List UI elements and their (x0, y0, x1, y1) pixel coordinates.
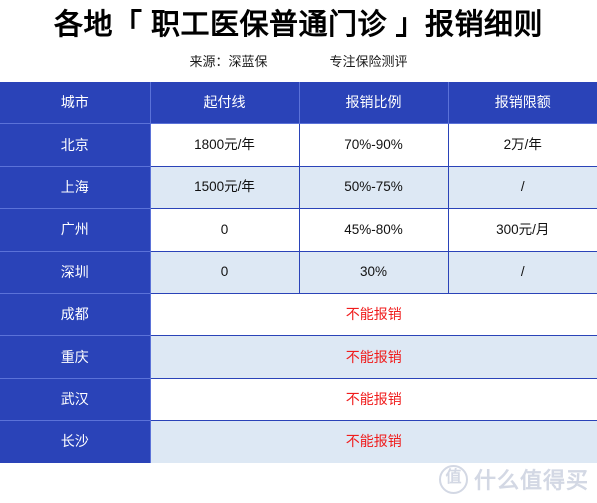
subtitle-row: 来源：深蓝保 专注保险测评 (0, 51, 597, 70)
watermark-text: 什么值得买 (473, 468, 589, 493)
table-row: 长沙 不能报销 (0, 420, 597, 463)
tagline-label: 专注保险测评 (329, 54, 408, 69)
cell-city: 重庆 (0, 335, 151, 379)
table-row: 成都 不能报销 (0, 293, 597, 337)
page-title: 各地「 职工医保普通门诊 」报销细则 (53, 9, 544, 41)
cell-cap: / (448, 251, 597, 294)
cell-cap: / (448, 166, 597, 210)
cell-no-reimbursement: 不能报销 (150, 378, 597, 422)
cell-city: 深圳 (0, 251, 151, 294)
cell-cap: 300元/月 (448, 208, 597, 252)
column-header-cap: 报销限额 (448, 82, 597, 125)
cell-deductible: 1500元/年 (150, 166, 300, 210)
column-header-city: 城市 (0, 82, 151, 125)
cell-ratio: 70%-90% (299, 123, 449, 167)
table-row: 上海 1500元/年 50%-75% / (0, 166, 597, 210)
table-row: 北京 1800元/年 70%-90% 2万/年 (0, 123, 597, 167)
reimbursement-table: 城市 起付线 报销比例 报销限额 北京 1800元/年 70%-90% 2万/年 上海 1… (0, 82, 597, 463)
cell-city: 成都 (0, 293, 151, 337)
cell-ratio: 45%-80% (299, 208, 449, 252)
cell-city: 广州 (0, 208, 151, 252)
cell-city: 上海 (0, 166, 151, 210)
column-header-deductible: 起付线 (150, 82, 300, 125)
table-body: 北京 1800元/年 70%-90% 2万/年 上海 1500元/年 50%-75% / 广州 0… (0, 123, 597, 463)
cell-deductible: 1800元/年 (150, 123, 300, 167)
cell-cap: 2万/年 (448, 123, 597, 167)
cell-no-reimbursement: 不能报销 (150, 293, 597, 337)
table-row: 武汉 不能报销 (0, 378, 597, 422)
watermark-badge-icon: 值 (438, 464, 468, 494)
reimbursement-table-container: 城市 起付线 报销比例 报销限额 北京 1800元/年 70%-90% 2万/年 上海 1… (0, 82, 597, 463)
cell-no-reimbursement: 不能报销 (150, 335, 597, 379)
cell-ratio: 30% (299, 251, 449, 294)
cell-ratio: 50%-75% (299, 166, 449, 210)
column-header-ratio: 报销比例 (299, 82, 449, 125)
table-row: 重庆 不能报销 (0, 335, 597, 379)
cell-city: 武汉 (0, 378, 151, 422)
cell-no-reimbursement: 不能报销 (150, 420, 597, 463)
table-header-row: 城市 起付线 报销比例 报销限额 (0, 82, 597, 125)
cell-deductible: 0 (150, 208, 300, 252)
table-row: 广州 0 45%-80% 300元/月 (0, 208, 597, 252)
table-row: 深圳 0 30% / (0, 251, 597, 294)
cell-city: 北京 (0, 123, 151, 167)
cell-deductible: 0 (150, 251, 300, 294)
source-label: 来源：深蓝保 (189, 54, 268, 69)
cell-city: 长沙 (0, 420, 151, 463)
watermark: 值 什么值得买 (438, 463, 589, 495)
